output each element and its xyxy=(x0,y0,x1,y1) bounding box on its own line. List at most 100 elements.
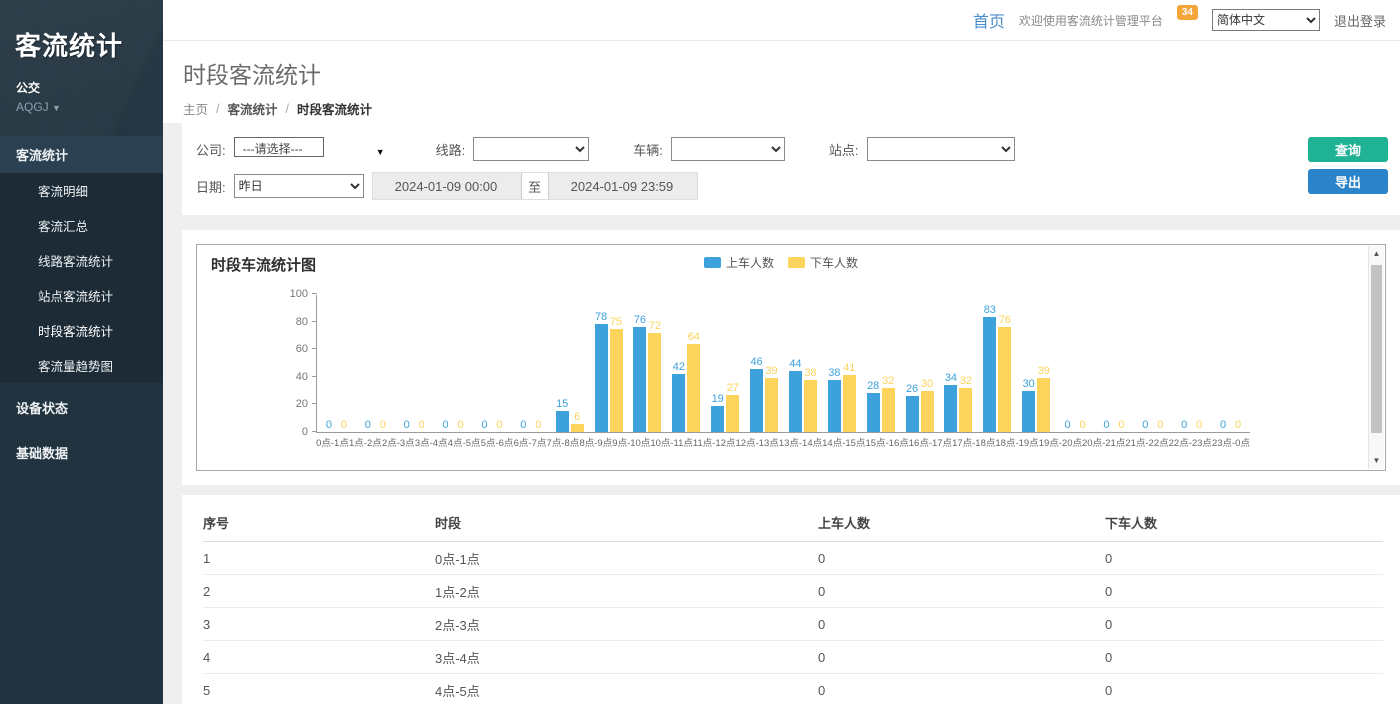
bar-column: 64 xyxy=(687,331,700,432)
bar-value-label: 0 xyxy=(380,419,386,431)
sidebar-item-2[interactable]: 客流汇总 xyxy=(0,208,163,243)
notification-badge[interactable]: 34 xyxy=(1177,5,1198,20)
scroll-down-icon[interactable]: ▼ xyxy=(1369,453,1384,469)
company-select[interactable]: ---请选择--- ▼ xyxy=(234,140,392,158)
legend-swatch-icon xyxy=(788,257,805,268)
date-label: 日期: xyxy=(196,177,226,196)
table-cell: 0 xyxy=(1105,674,1383,704)
bar-group-0: 00 xyxy=(317,295,356,432)
company-label: 公司: xyxy=(196,140,226,159)
table-panel: 序号时段上车人数下车人数 10点-1点0021点-2点0032点-3点0043点… xyxy=(182,495,1400,704)
sidebar-item-8[interactable]: 基础数据 xyxy=(0,432,163,473)
export-button[interactable]: 导出 xyxy=(1308,169,1388,194)
bar-column: 0 xyxy=(517,419,530,432)
chart-scrollbar[interactable]: ▲ ▼ xyxy=(1368,246,1384,469)
logout-link[interactable]: 退出登录 xyxy=(1334,11,1386,30)
breadcrumb-separator: / xyxy=(216,102,219,116)
org-code-dropdown[interactable]: AQGJ ▼ xyxy=(0,96,163,114)
line-select[interactable] xyxy=(473,137,589,161)
sidebar-item-7[interactable]: 设备状态 xyxy=(0,387,163,428)
table-header-1: 时段 xyxy=(435,503,818,542)
table-cell: 1 xyxy=(203,542,435,575)
bar-value-label: 28 xyxy=(867,380,879,392)
date-preset-select[interactable]: 昨日 xyxy=(234,174,364,198)
bar-column: 76 xyxy=(633,314,646,432)
bar-group-21: 00 xyxy=(1133,295,1172,432)
station-select[interactable] xyxy=(867,137,1015,161)
bar-group-22: 00 xyxy=(1172,295,1211,432)
bar-value-label: 0 xyxy=(1196,419,1202,431)
table-cell: 2点-3点 xyxy=(435,608,818,641)
x-axis-label-0: 0点-1点 xyxy=(316,435,349,449)
vehicle-select[interactable] xyxy=(671,137,785,161)
x-axis-label-1: 1点-2点 xyxy=(349,435,382,449)
y-axis-tick: 60 xyxy=(296,343,308,355)
breadcrumb-item-0[interactable]: 主页 xyxy=(183,99,208,118)
bar-column: 0 xyxy=(1193,419,1206,432)
bar-value-label: 0 xyxy=(1181,419,1187,431)
x-axis-label-20: 20点-21点 xyxy=(1082,435,1125,449)
table-cell: 3点-4点 xyxy=(435,641,818,674)
home-link[interactable]: 首页 xyxy=(973,8,1005,32)
bar-column: 0 xyxy=(337,419,350,432)
x-axis-label-16: 16点-17点 xyxy=(909,435,952,449)
bar xyxy=(959,388,972,432)
bar-value-label: 15 xyxy=(556,398,568,410)
chart-legend: 上车人数下车人数 xyxy=(197,254,1365,271)
bar-value-label: 41 xyxy=(843,362,855,374)
scrollbar-thumb[interactable] xyxy=(1371,265,1382,433)
table-header-2: 上车人数 xyxy=(818,503,1105,542)
bar xyxy=(921,391,934,432)
y-axis-tick: 20 xyxy=(296,398,308,410)
bar-value-label: 0 xyxy=(365,419,371,431)
main-area: 首页 欢迎使用客流统计管理平台 34 简体中文 退出登录 时段客流统计 主页/客… xyxy=(163,0,1400,704)
filter-panel: 公司: ---请选择--- ▼ 线路: 车辆: 站点: 日期: 昨日 xyxy=(182,123,1400,215)
bar-value-label: 0 xyxy=(443,419,449,431)
language-select[interactable]: 简体中文 xyxy=(1212,9,1320,31)
table-row: 54点-5点00 xyxy=(203,674,1383,704)
bar-column: 41 xyxy=(843,362,856,432)
chart-panel: 时段车流统计图 上车人数下车人数 02040608010000000000000… xyxy=(182,230,1400,485)
query-button[interactable]: 查询 xyxy=(1308,137,1388,162)
sidebar-item-5[interactable]: 时段客流统计 xyxy=(0,313,163,348)
table-cell: 0 xyxy=(818,542,1105,575)
table-cell: 0 xyxy=(818,575,1105,608)
plot-area: 0204060801000000000000001567875767242641… xyxy=(316,295,1250,433)
bar xyxy=(633,327,646,432)
date-to-input[interactable] xyxy=(549,173,697,199)
sidebar-item-1[interactable]: 客流明细 xyxy=(0,173,163,208)
x-axis-label-10: 10点-11点 xyxy=(650,435,693,449)
bar-group-19: 00 xyxy=(1056,295,1095,432)
bar xyxy=(789,371,802,432)
filter-row-2: 日期: 昨日 至 xyxy=(196,172,1290,200)
scroll-up-icon[interactable]: ▲ xyxy=(1369,246,1384,262)
breadcrumb-item-1[interactable]: 客流统计 xyxy=(228,99,278,118)
date-from-input[interactable] xyxy=(373,173,521,199)
bar-value-label: 27 xyxy=(727,382,739,394)
sidebar-item-4[interactable]: 站点客流统计 xyxy=(0,278,163,313)
bar-group-17: 8376 xyxy=(978,295,1017,432)
y-axis-tick: 80 xyxy=(296,316,308,328)
table-cell: 0 xyxy=(818,608,1105,641)
sidebar-item-6[interactable]: 客流量趋势图 xyxy=(0,348,163,383)
table-cell: 1点-2点 xyxy=(435,575,818,608)
bar xyxy=(1022,391,1035,432)
legend-item-0[interactable]: 上车人数 xyxy=(704,254,774,271)
bar-value-label: 0 xyxy=(1103,419,1109,431)
bar-column: 46 xyxy=(750,356,763,432)
sidebar-item-0[interactable]: 客流统计 xyxy=(0,136,163,173)
y-axis-tick: 40 xyxy=(296,371,308,383)
bar-column: 38 xyxy=(804,367,817,432)
legend-item-1[interactable]: 下车人数 xyxy=(788,254,858,271)
bar-value-label: 75 xyxy=(610,316,622,328)
y-axis-tick-mark xyxy=(312,376,317,377)
welcome-text: 欢迎使用客流统计管理平台 xyxy=(1019,12,1163,29)
bar-column: 28 xyxy=(867,380,880,432)
period-table: 序号时段上车人数下车人数 10点-1点0021点-2点0032点-3点0043点… xyxy=(203,503,1383,704)
bar-column: 38 xyxy=(828,367,841,432)
bar-value-label: 0 xyxy=(520,419,526,431)
bar-column: 0 xyxy=(1154,419,1167,432)
bar-column: 6 xyxy=(571,411,584,432)
breadcrumb-separator: / xyxy=(286,102,289,116)
sidebar-item-3[interactable]: 线路客流统计 xyxy=(0,243,163,278)
